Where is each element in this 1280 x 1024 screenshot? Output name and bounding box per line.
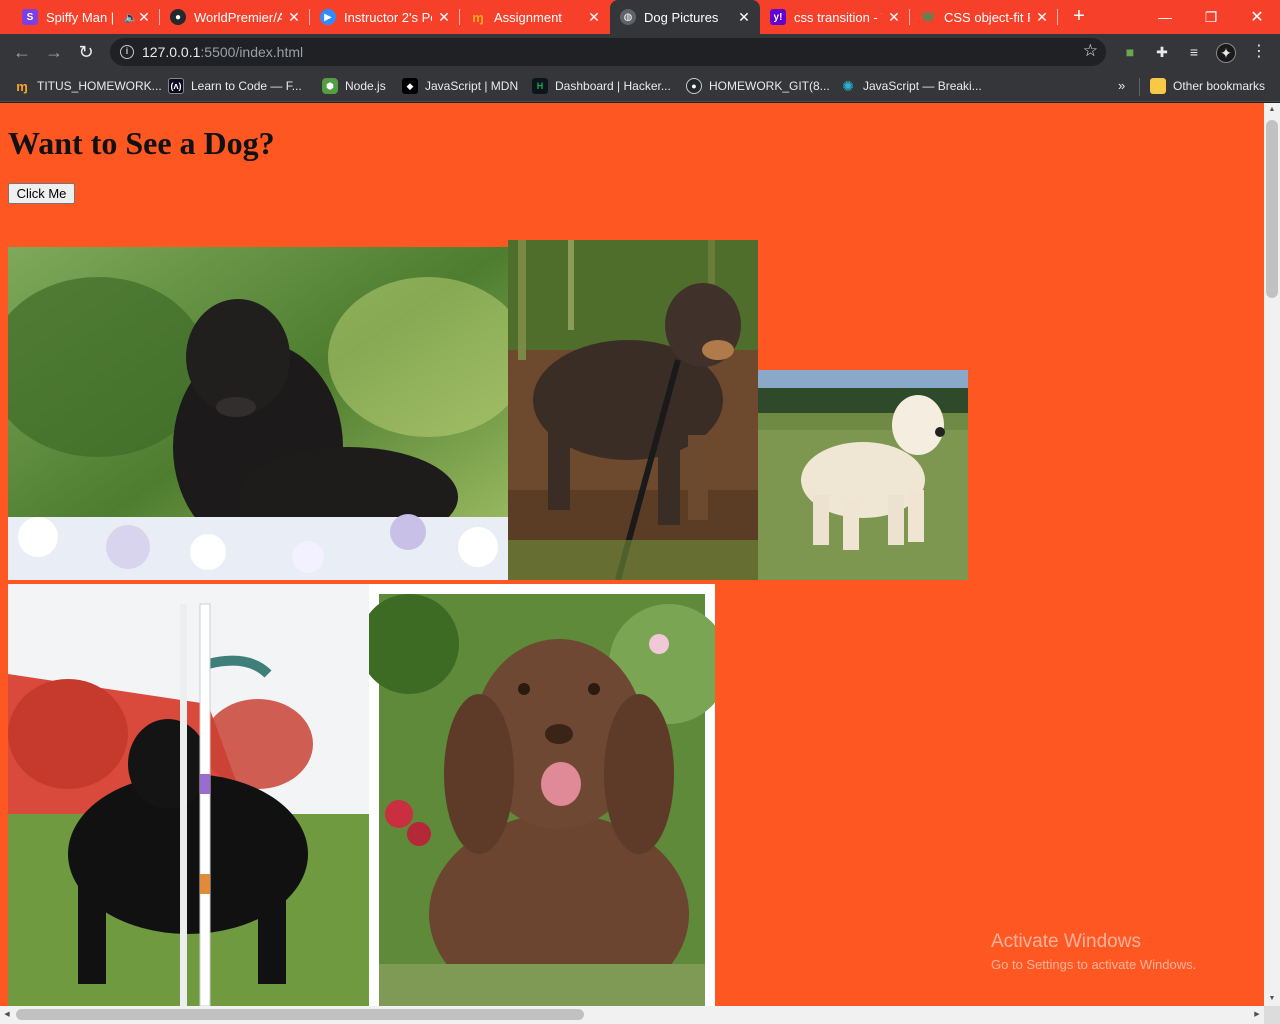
tab-assignment[interactable]: ɱ Assignment ✕ <box>460 0 610 34</box>
zoom-icon: ▶ <box>320 9 336 25</box>
canvas-icon: ɱ <box>16 78 28 94</box>
bookmark-star-icon[interactable]: ☆ <box>1083 41 1098 61</box>
extensions-puzzle-icon[interactable]: ✚ <box>1153 43 1171 61</box>
bookmark-label: Learn to Code — F... <box>191 79 302 93</box>
back-icon[interactable]: ← <box>8 38 36 66</box>
bookmark-label: JavaScript | MDN <box>425 79 519 93</box>
close-tab-icon[interactable]: ✕ <box>736 9 752 25</box>
sussex-spaniel-photo <box>369 584 715 1006</box>
activate-windows-title: Activate Windows <box>991 931 1141 952</box>
close-window-icon[interactable]: ✕ <box>1234 0 1280 34</box>
page-title: Want to See a Dog? <box>8 125 275 161</box>
other-bookmarks-label: Other bookmarks <box>1173 79 1266 93</box>
tab-title: Instructor 2's Pe <box>344 9 432 25</box>
js-icon: ✺ <box>842 77 854 94</box>
freecodecamp-icon: (ʌ) <box>168 78 184 94</box>
bookmark-label: JavaScript — Breaki... <box>863 79 982 93</box>
tibetan-mastiff-photo <box>508 240 758 580</box>
folder-icon <box>1150 78 1166 94</box>
tab-title: CSS object-fit P <box>944 9 1030 25</box>
tab-divider <box>1057 9 1058 25</box>
close-tab-icon[interactable]: ✕ <box>1034 9 1050 25</box>
canvas-icon: ɱ <box>472 9 484 25</box>
close-tab-icon[interactable]: ✕ <box>136 9 152 25</box>
forward-icon[interactable]: → <box>40 38 68 66</box>
close-tab-icon[interactable]: ✕ <box>886 9 902 25</box>
tab-title: WorldPremier/A <box>194 9 282 25</box>
other-bookmarks[interactable]: Other bookmarks <box>1150 77 1265 95</box>
spiffy-icon: S <box>22 9 38 25</box>
nodejs-icon: ⬢ <box>322 78 338 94</box>
github-icon: ● <box>686 78 702 94</box>
vertical-scrollbar[interactable]: ▲ ▼ <box>1264 103 1280 1006</box>
page-viewport: Want to See a Dog? Click Me Activate Win… <box>0 103 1264 1006</box>
black-dog-agility-photo <box>8 584 369 1006</box>
close-tab-icon[interactable]: ✕ <box>586 9 602 25</box>
close-tab-icon[interactable]: ✕ <box>436 9 452 25</box>
bookmark-hackerrank[interactable]: H Dashboard | Hacker... <box>532 77 671 95</box>
tab-title: Assignment <box>494 9 562 25</box>
bookmark-mdn[interactable]: ◆ JavaScript | MDN <box>402 77 518 95</box>
restore-icon[interactable]: ❐ <box>1188 0 1234 34</box>
bookmark-label: HOMEWORK_GIT(8... <box>709 79 830 93</box>
scroll-left-arrow-icon[interactable]: ◀ <box>0 1006 14 1024</box>
close-tab-icon[interactable]: ✕ <box>286 9 302 25</box>
tab-w3schools[interactable]: W CSS object-fit P ✕ <box>910 0 1058 34</box>
reload-icon[interactable]: ↻ <box>72 38 100 66</box>
media-queue-icon[interactable]: ≡ <box>1185 43 1203 61</box>
bookmark-nodejs[interactable]: ⬢ Node.js <box>322 77 386 95</box>
wheaten-terrier-photo <box>758 370 968 580</box>
tab-github[interactable]: ● WorldPremier/A ✕ <box>160 0 310 34</box>
github-icon: ● <box>170 9 186 25</box>
tab-dog-pictures[interactable]: ◍ Dog Pictures ✕ <box>610 0 760 34</box>
menu-kebab-icon[interactable]: ⋮ <box>1250 43 1268 61</box>
url-host: 127.0.0.1 <box>142 44 201 60</box>
minecraft-extension-icon[interactable]: ■ <box>1121 43 1139 61</box>
bookmarks-overflow-chevron-icon[interactable]: » <box>1118 78 1125 93</box>
minimize-icon[interactable]: — <box>1142 0 1188 34</box>
activate-windows-subtitle: Go to Settings to activate Windows. <box>991 957 1197 972</box>
bookmarks-bar: ɱ TITUS_HOMEWORK... (ʌ) Learn to Code — … <box>0 70 1280 102</box>
tab-title: Dog Pictures <box>644 9 719 25</box>
horizontal-scrollbar[interactable]: ◀ ▶ <box>0 1006 1264 1024</box>
bookmark-homework-git[interactable]: ● HOMEWORK_GIT(8... <box>686 77 830 95</box>
browser-toolbar: ← → ↻ i 127.0.0.1:5500/index.html ☆ ■ ✚ … <box>0 34 1280 70</box>
bookmark-javascript-breaking[interactable]: ✺ JavaScript — Breaki... <box>840 77 982 95</box>
click-me-button[interactable]: Click Me <box>8 183 75 204</box>
scroll-down-arrow-icon[interactable]: ▼ <box>1264 992 1280 1006</box>
yahoo-icon: y! <box>770 9 786 25</box>
bookmarks-divider <box>1139 78 1140 96</box>
w3schools-icon: W <box>922 10 934 24</box>
tab-title: css transition - Y <box>794 9 882 25</box>
bookmark-label: Dashboard | Hacker... <box>555 79 671 93</box>
tab-spiffy[interactable]: S Spiffy Man | 🔈 ✕ <box>12 0 160 34</box>
bookmark-freecodecamp[interactable]: (ʌ) Learn to Code — F... <box>168 77 302 95</box>
scroll-right-arrow-icon[interactable]: ▶ <box>1250 1006 1264 1024</box>
tab-zoom[interactable]: ▶ Instructor 2's Pe ✕ <box>310 0 460 34</box>
tab-yahoo[interactable]: y! css transition - Y ✕ <box>760 0 910 34</box>
bookmark-titus-homework[interactable]: ɱ TITUS_HOMEWORK... <box>14 77 162 95</box>
scrollbar-corner <box>1264 1006 1280 1024</box>
globe-icon: ◍ <box>620 9 636 25</box>
newfoundland-puppy-photo <box>8 247 508 580</box>
horizontal-scroll-thumb[interactable] <box>16 1009 584 1020</box>
bookmark-label: Node.js <box>345 79 386 93</box>
profile-avatar-icon[interactable]: ✦ <box>1216 43 1236 63</box>
bookmark-label: TITUS_HOMEWORK... <box>37 79 162 93</box>
vertical-scroll-thumb[interactable] <box>1266 120 1278 298</box>
tab-title: Spiffy Man | <box>46 9 115 25</box>
hackerrank-icon: H <box>532 78 548 94</box>
new-tab-button[interactable]: + <box>1068 5 1090 27</box>
scroll-up-arrow-icon[interactable]: ▲ <box>1264 103 1280 117</box>
mdn-icon: ◆ <box>402 78 418 94</box>
url-text[interactable]: 127.0.0.1:5500/index.html <box>142 44 303 60</box>
tab-strip: S Spiffy Man | 🔈 ✕ ● WorldPremier/A ✕ ▶ … <box>0 0 1280 34</box>
url-path: :5500/index.html <box>200 44 304 60</box>
address-bar[interactable]: i 127.0.0.1:5500/index.html ☆ <box>110 38 1106 66</box>
site-info-icon[interactable]: i <box>120 45 134 59</box>
